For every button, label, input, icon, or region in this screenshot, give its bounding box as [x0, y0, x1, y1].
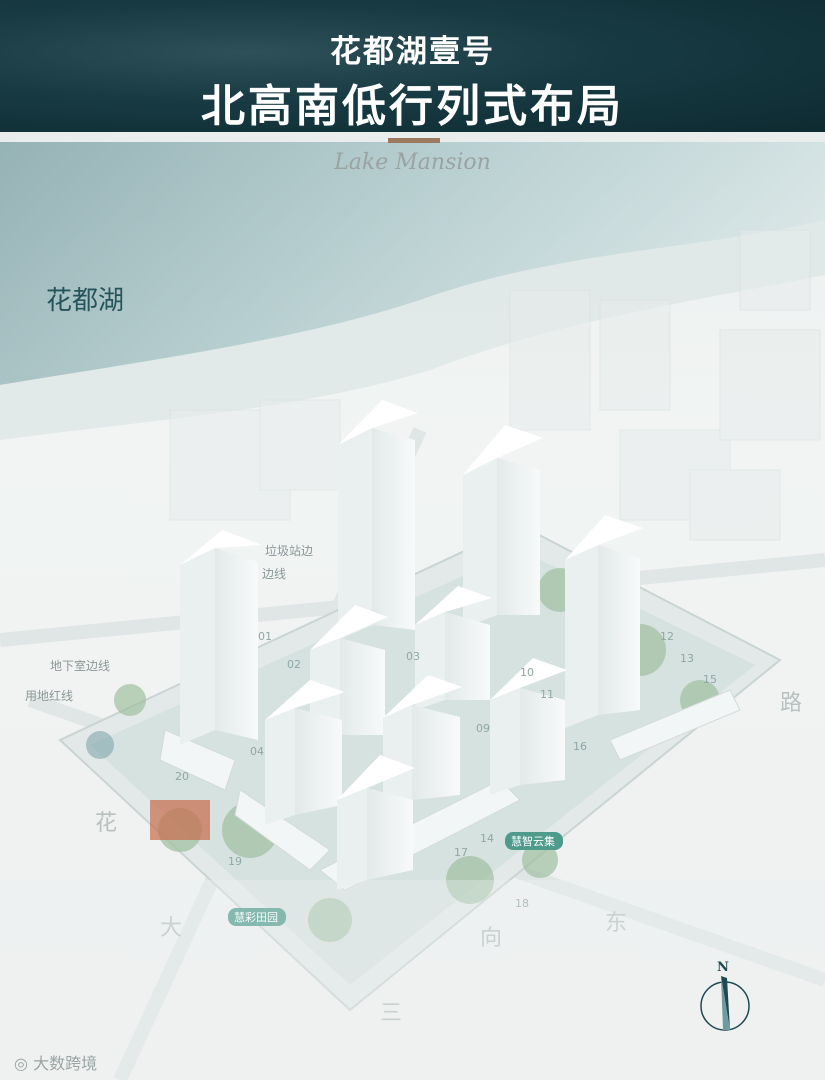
tower-4: [565, 515, 643, 728]
tower-2: [338, 400, 418, 640]
svg-text:17: 17: [454, 846, 468, 859]
garbage-edge-label: 垃圾站边: [265, 543, 313, 558]
basement-edge-label: 地下室边线: [50, 658, 110, 673]
compass-icon: N: [700, 960, 750, 1031]
svg-text:14: 14: [480, 832, 494, 845]
compass-label: N: [717, 960, 729, 975]
road-label-lu: 路: [780, 691, 802, 716]
svg-text:04: 04: [250, 745, 264, 758]
road-label-hua: 花: [95, 811, 117, 836]
watermark-logo-icon: ◎: [14, 1054, 28, 1073]
svg-text:19: 19: [228, 855, 242, 868]
svg-text:01: 01: [258, 630, 272, 643]
svg-text:10: 10: [520, 666, 534, 679]
lake-label: 花都湖: [46, 286, 125, 316]
page-title: 花都湖壹号: [330, 34, 495, 70]
svg-text:慧智云集: 慧智云集: [511, 834, 555, 848]
svg-text:03: 03: [406, 650, 420, 663]
svg-text:11: 11: [540, 688, 554, 701]
page: 花 东 路 大 三 向 地下室边线 用地红线 垃圾站边 边线 慧智云集 慧彩田园…: [0, 0, 825, 1080]
tower-1: [180, 530, 262, 745]
red-line-label: 用地红线: [25, 688, 73, 703]
page-subtitle: 北高南低行列式布局: [201, 81, 624, 132]
edge-line-label: 边线: [262, 567, 286, 581]
brand-script: Lake Mansion: [334, 150, 491, 175]
accent-line: [388, 138, 440, 143]
amenity-tag-1: 慧智云集: [505, 832, 563, 850]
svg-text:20: 20: [175, 770, 189, 783]
svg-text:16: 16: [573, 740, 587, 753]
svg-text:13: 13: [680, 652, 694, 665]
watermark: ◎ 大数跨境: [14, 1050, 97, 1074]
watermark-text: 大数跨境: [33, 1054, 98, 1073]
svg-text:15: 15: [703, 673, 717, 686]
svg-text:09: 09: [476, 722, 490, 735]
svg-text:02: 02: [287, 658, 301, 671]
svg-text:12: 12: [660, 630, 674, 643]
